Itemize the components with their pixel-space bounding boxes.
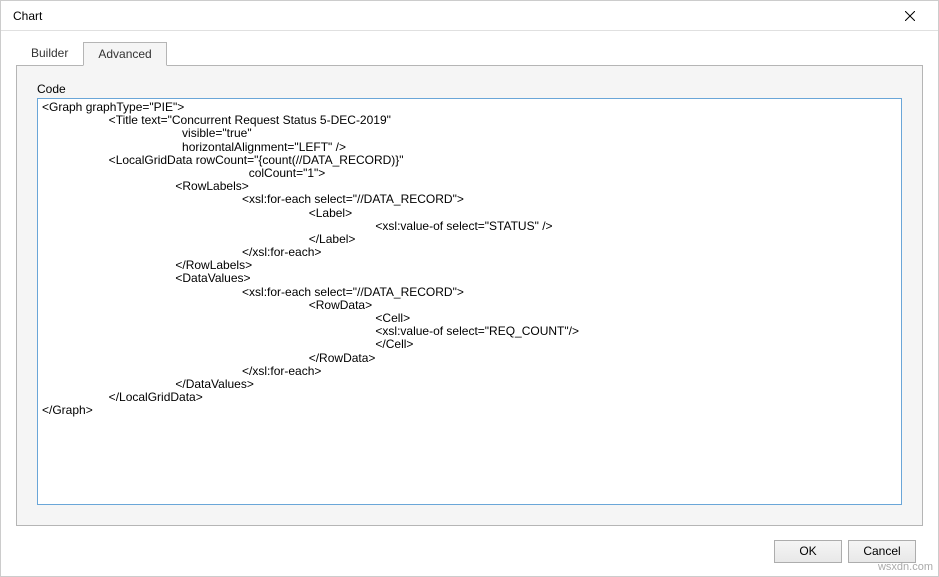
- tab-builder[interactable]: Builder: [16, 41, 83, 65]
- content-area: Builder Advanced Code: [1, 31, 938, 526]
- tabs: Builder Advanced: [16, 41, 923, 65]
- ok-button[interactable]: OK: [774, 540, 842, 563]
- titlebar: Chart: [1, 1, 938, 31]
- code-textarea[interactable]: [38, 99, 901, 504]
- button-bar: OK Cancel: [1, 526, 938, 576]
- advanced-panel: Code: [16, 65, 923, 526]
- cancel-button[interactable]: Cancel: [848, 540, 916, 563]
- code-wrapper: [37, 98, 902, 505]
- tab-advanced[interactable]: Advanced: [83, 42, 166, 66]
- close-icon: [905, 11, 915, 21]
- dialog-title: Chart: [13, 9, 42, 23]
- code-label: Code: [37, 82, 902, 96]
- chart-dialog: Chart Builder Advanced Code OK Cancel: [0, 0, 939, 577]
- close-button[interactable]: [890, 2, 930, 30]
